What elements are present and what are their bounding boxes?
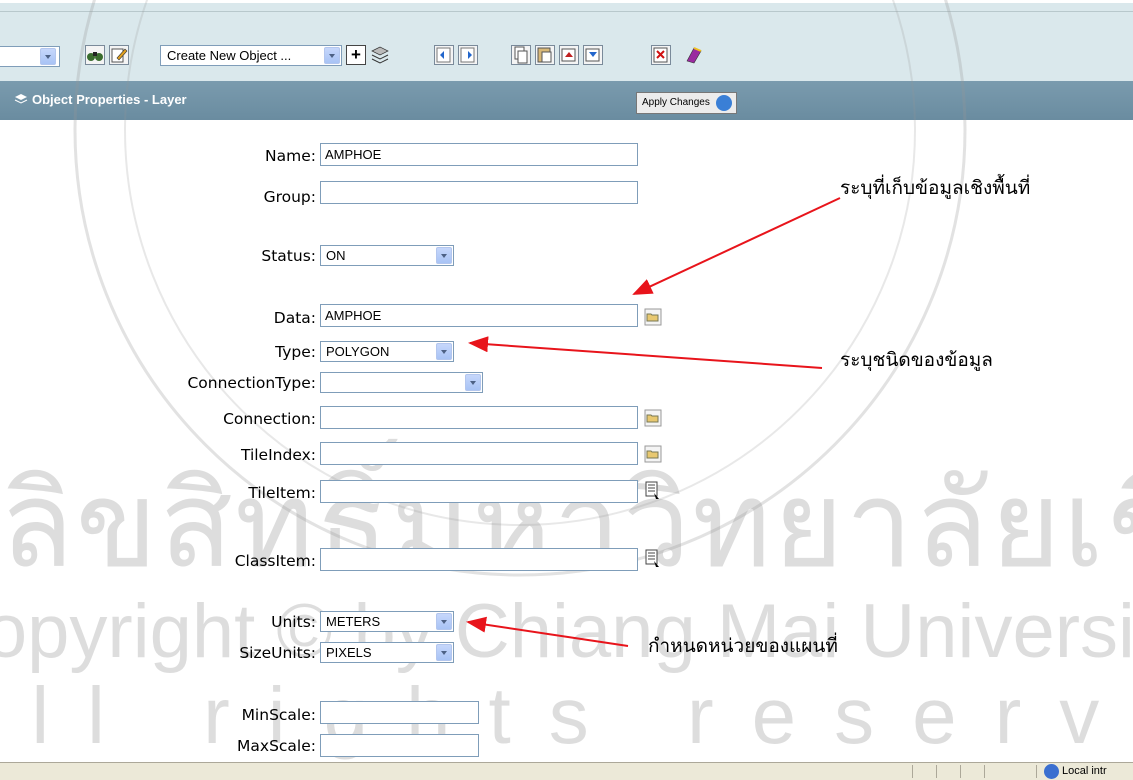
status-separator: [912, 765, 913, 778]
status-separator: [936, 765, 937, 778]
type-note: ระบุชนิดของข้อมูล: [840, 349, 993, 371]
status-separator: [960, 765, 961, 778]
data-note: ระบุที่เก็บข้อมูลเชิงพื้นที่: [840, 177, 1031, 199]
status-bar: Local intr: [0, 762, 1133, 780]
status-separator: [1036, 765, 1037, 778]
annotation-arrows: [466, 197, 841, 647]
units-note: กำหนดหน่วยของแผนที่: [648, 635, 838, 657]
security-zone: Local intr: [1062, 765, 1107, 777]
status-separator: [984, 765, 985, 778]
units-arrow: [466, 616, 629, 647]
globe-icon: [1044, 764, 1059, 779]
type-arrow: [468, 336, 823, 369]
data-arrow: [632, 197, 841, 295]
